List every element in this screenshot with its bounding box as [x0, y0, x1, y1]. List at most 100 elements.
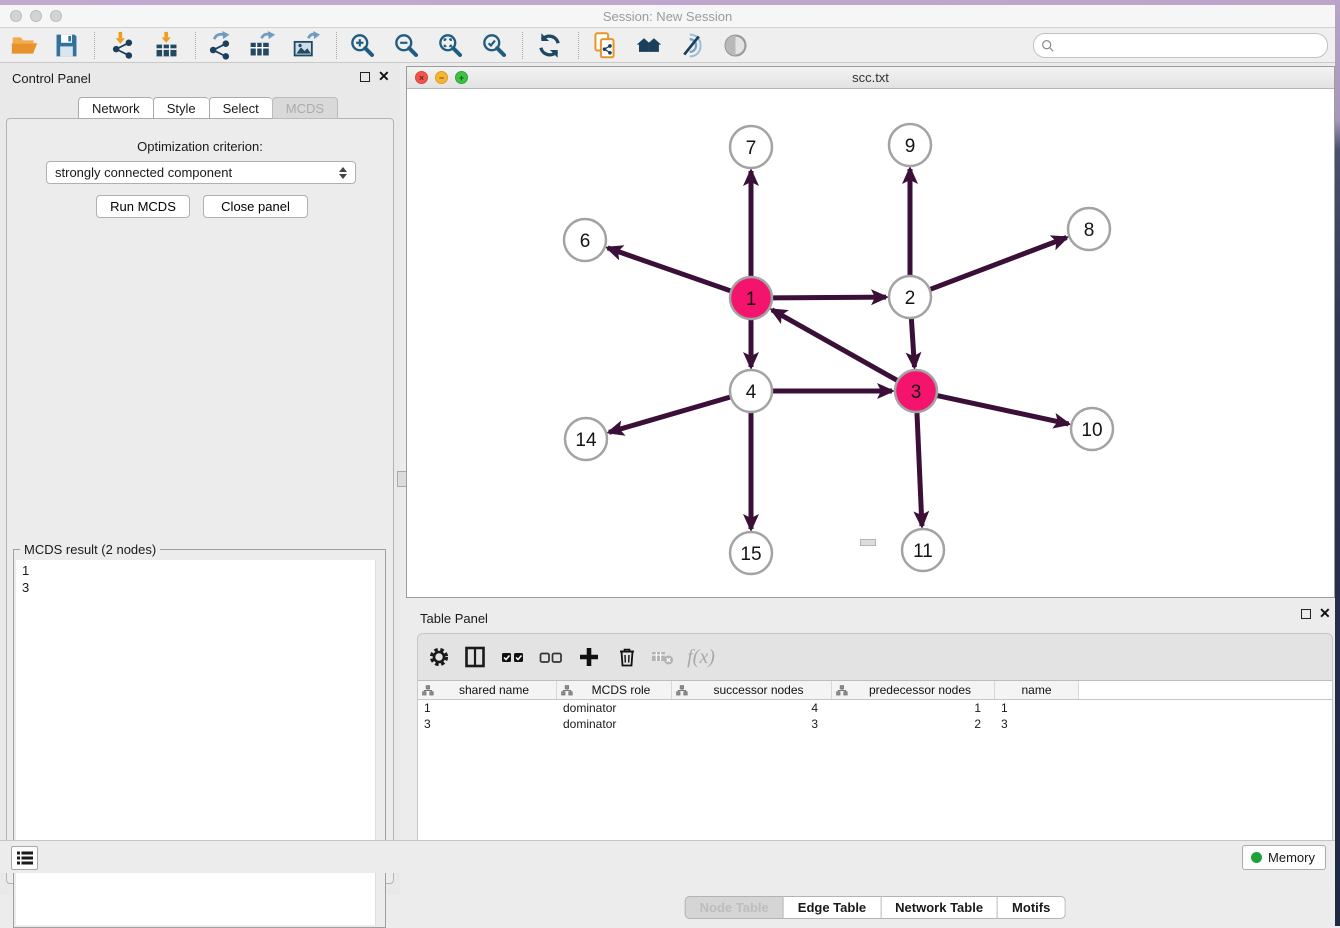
memory-button[interactable]: Memory	[1242, 845, 1326, 870]
zoom-selected-button[interactable]	[476, 30, 512, 61]
horizontal-splitter-grip[interactable]	[860, 539, 876, 546]
table-options-button[interactable]	[424, 642, 454, 672]
graph-node-15[interactable]: 15	[730, 532, 772, 574]
graph-node-8[interactable]: 8	[1068, 208, 1110, 250]
graph-node-4[interactable]: 4	[730, 370, 772, 412]
show-columns-button[interactable]	[460, 642, 490, 672]
tab-network-table[interactable]: Network Table	[881, 896, 998, 919]
task-history-button[interactable]	[11, 846, 38, 870]
graph-edge-2-8[interactable]	[930, 238, 1067, 290]
cell-successor-nodes[interactable]: 4	[672, 700, 832, 716]
delete-column-button[interactable]	[612, 642, 642, 672]
network-canvas[interactable]: 7 9 6 8 1 2 4 3 14 10 15 11	[407, 89, 1334, 597]
tab-motifs[interactable]: Motifs	[998, 896, 1065, 919]
graph-node-7[interactable]: 7	[730, 126, 772, 168]
graph-edge-2-3[interactable]	[911, 318, 914, 367]
cell-name[interactable]: 3	[995, 716, 1079, 732]
tab-node-table[interactable]: Node Table	[685, 896, 784, 919]
add-column-button[interactable]	[574, 642, 604, 672]
graph-edge-3-1[interactable]	[772, 310, 898, 381]
save-session-button[interactable]	[48, 30, 84, 61]
graph-edge-4-14[interactable]	[609, 397, 731, 432]
tab-mcds[interactable]: MCDS	[272, 97, 338, 119]
apply-layout-button[interactable]	[531, 30, 567, 61]
column-header-shared-name[interactable]: shared name	[418, 681, 557, 699]
cell-shared-name[interactable]: 1	[418, 700, 557, 716]
deselect-all-button[interactable]	[536, 642, 566, 672]
close-table-panel-icon[interactable]: ✕	[1319, 605, 1331, 622]
column-header-name[interactable]: name	[995, 681, 1079, 699]
graph-node-11[interactable]: 11	[902, 529, 944, 571]
tab-style[interactable]: Style	[153, 97, 209, 119]
import-table-button[interactable]	[148, 30, 184, 61]
edges-layer	[608, 169, 1069, 529]
graph-edge-1-2[interactable]	[772, 297, 886, 298]
export-network-button[interactable]	[201, 30, 237, 61]
sort-tree-icon	[676, 685, 688, 696]
dropdown-stepper-icon	[339, 167, 347, 179]
graph-node-1[interactable]: 1	[730, 277, 772, 319]
graph-node-3[interactable]: 3	[895, 370, 937, 412]
graph-node-9[interactable]: 9	[889, 124, 931, 166]
graph-node-10[interactable]: 10	[1071, 408, 1113, 450]
column-header-mcds-role[interactable]: MCDS role	[557, 681, 672, 699]
zoom-out-button[interactable]	[388, 30, 424, 61]
graphics-details-button[interactable]	[673, 30, 709, 61]
cell-name[interactable]: 1	[995, 700, 1079, 716]
cell-predecessor-nodes[interactable]: 2	[832, 716, 995, 732]
graph-node-14[interactable]: 14	[565, 418, 607, 460]
close-panel-button[interactable]: Close panel	[203, 195, 308, 218]
zoom-fit-button[interactable]	[432, 30, 468, 61]
column-header-predecessor-nodes[interactable]: predecessor nodes	[832, 681, 995, 699]
zoom-in-button[interactable]	[344, 30, 380, 61]
toolbar-separator	[578, 32, 579, 59]
search-field[interactable]	[1033, 33, 1328, 58]
graphics-details-icon	[677, 31, 706, 60]
status-bar: Memory	[0, 840, 1335, 873]
gear-icon	[428, 646, 450, 668]
home-layout-button[interactable]	[630, 30, 666, 61]
select-all-button[interactable]	[498, 642, 528, 672]
table-rows: 1dominator4113dominator323	[418, 700, 1332, 732]
graph-edge-3-10[interactable]	[937, 395, 1069, 424]
tab-network[interactable]: Network	[78, 97, 153, 119]
criterion-dropdown[interactable]: strongly connected component	[46, 161, 356, 184]
float-table-panel-icon[interactable]	[1301, 609, 1311, 619]
tab-select[interactable]: Select	[209, 97, 272, 119]
table-panel-body: f(x) shared name MCDS rolesuccessor nodes…	[417, 633, 1333, 857]
export-image-button[interactable]	[287, 30, 323, 61]
column-label: name	[999, 683, 1074, 697]
export-table-button[interactable]	[243, 30, 279, 61]
duplicate-network-button[interactable]	[586, 30, 622, 61]
network-graph: 7 9 6 8 1 2 4 3 14 10 15 11	[407, 89, 1334, 597]
search-input[interactable]	[1060, 38, 1327, 53]
graph-node-6[interactable]: 6	[564, 219, 606, 261]
cell-predecessor-nodes[interactable]: 1	[832, 700, 995, 716]
graph-edge-3-11[interactable]	[917, 412, 922, 526]
run-mcds-button[interactable]: Run MCDS	[96, 195, 190, 218]
close-panel-icon[interactable]: ✕	[378, 68, 390, 85]
float-panel-icon[interactable]	[360, 72, 370, 82]
table-header-row: shared name MCDS rolesuccessor nodesprede…	[418, 681, 1332, 700]
column-label: shared name	[436, 683, 552, 697]
import-network-button[interactable]	[104, 30, 140, 61]
cell-mcds-role[interactable]: dominator	[557, 700, 672, 716]
cell-mcds-role[interactable]: dominator	[557, 716, 672, 732]
desktop-background-right	[1335, 0, 1340, 926]
table-row[interactable]: 3dominator323	[418, 716, 1332, 732]
memory-label: Memory	[1268, 850, 1315, 865]
cell-shared-name[interactable]: 3	[418, 716, 557, 732]
graph-edge-1-6[interactable]	[608, 248, 732, 291]
plus-icon	[578, 646, 600, 668]
network-window-titlebar[interactable]: × − + scc.txt	[407, 67, 1334, 89]
title-bar: Session: New Session	[0, 5, 1335, 28]
cell-successor-nodes[interactable]: 3	[672, 716, 832, 732]
graph-node-2[interactable]: 2	[889, 276, 931, 318]
column-header-successor-nodes[interactable]: successor nodes	[672, 681, 832, 699]
network-view-title: scc.txt	[407, 70, 1334, 85]
open-file-button[interactable]	[6, 30, 42, 61]
birds-eye-view-button[interactable]	[717, 30, 753, 61]
tab-edge-table[interactable]: Edge Table	[784, 896, 881, 919]
function-builder-button: f(x)	[686, 642, 716, 672]
table-row[interactable]: 1dominator411	[418, 700, 1332, 716]
